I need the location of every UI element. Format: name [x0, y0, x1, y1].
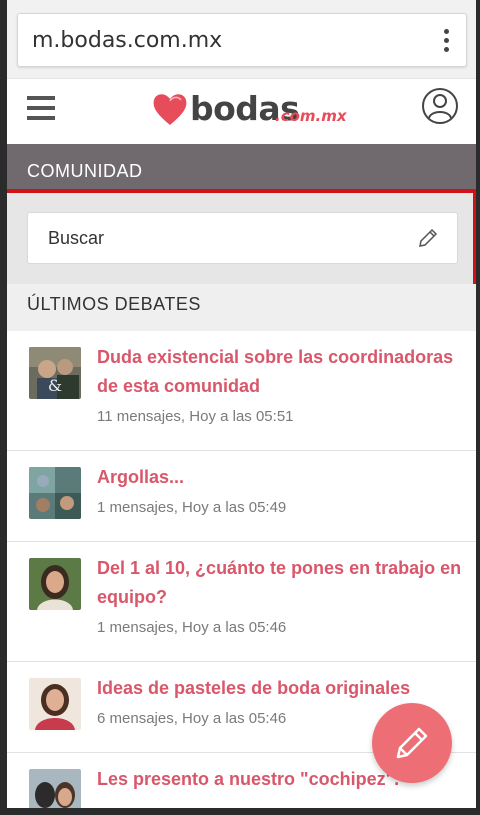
search-placeholder: Buscar	[48, 228, 105, 248]
search-input[interactable]: Buscar	[27, 212, 458, 264]
community-title: COMUNIDAD	[27, 161, 143, 181]
avatar	[29, 558, 81, 610]
pencil-icon	[396, 727, 428, 759]
logo-suffix: .com.mx	[275, 107, 347, 125]
bodas-logo[interactable]: bodas .com.mx	[150, 87, 347, 133]
user-account-icon[interactable]	[421, 87, 459, 125]
browser-menu-icon[interactable]	[442, 29, 450, 53]
list-item[interactable]: Argollas... 1 mensajes, Hoy a las 05:49	[7, 451, 476, 542]
list-item[interactable]: & Duda existencial sobre las coordinador…	[7, 331, 476, 451]
heart-logo-icon	[153, 94, 187, 125]
debate-meta: 1 mensajes, Hoy a las 05:46	[97, 619, 287, 636]
community-bar: COMUNIDAD	[7, 144, 476, 192]
url-text[interactable]: m.bodas.com.mx	[32, 28, 222, 53]
hamburger-menu-icon[interactable]	[27, 96, 55, 120]
debate-title[interactable]: Del 1 al 10, ¿cuánto te pones en trabajo…	[97, 554, 462, 612]
avatar	[29, 769, 81, 808]
avatar	[29, 467, 81, 519]
debate-title[interactable]: Argollas...	[97, 463, 462, 492]
search-section: Buscar	[7, 189, 476, 288]
section-title: ÚLTIMOS DEBATES	[27, 294, 201, 314]
debate-title[interactable]: Duda existencial sobre las coordinadoras…	[97, 343, 462, 401]
site-header: bodas .com.mx	[7, 78, 476, 144]
avatar: &	[29, 347, 81, 399]
debate-meta: 6 mensajes, Hoy a las 05:46	[97, 710, 287, 727]
svg-text:&: &	[48, 376, 62, 395]
section-header: ÚLTIMOS DEBATES	[7, 284, 476, 331]
pencil-icon[interactable]	[417, 227, 439, 249]
avatar	[29, 678, 81, 730]
debate-meta: 1 mensajes, Hoy a las 05:49	[97, 499, 287, 516]
url-bar[interactable]: m.bodas.com.mx	[17, 13, 467, 67]
browser-toolbar: m.bodas.com.mx	[7, 0, 476, 78]
app-frame: m.bodas.com.mx bodas .com.mx COMUNIDAD B…	[7, 0, 476, 808]
list-item[interactable]: Del 1 al 10, ¿cuánto te pones en trabajo…	[7, 542, 476, 662]
debate-meta: 11 mensajes, Hoy a las 05:51	[97, 408, 294, 425]
new-post-button[interactable]	[372, 703, 452, 783]
debate-title[interactable]: Ideas de pasteles de boda originales	[97, 674, 462, 703]
